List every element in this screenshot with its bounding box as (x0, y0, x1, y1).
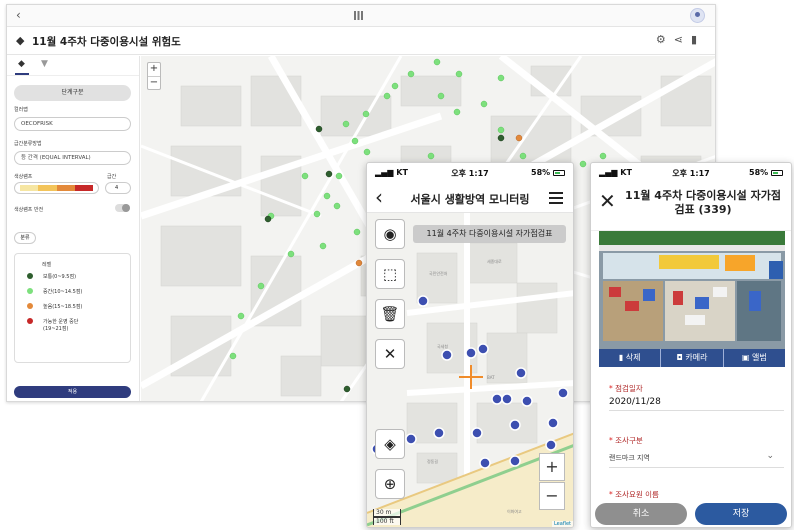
svg-text:BAT: BAT (487, 375, 495, 380)
classify-small-button[interactable]: 분류 (14, 232, 36, 244)
phone-map[interactable]: 국민안전처 세종대로국세청 BAT 정동길이화여고 11월 4주차 다중이용시설 자… (367, 213, 573, 527)
close-icon[interactable]: ✕ (375, 339, 405, 369)
interval-label: 급간분류방법 (14, 141, 42, 147)
date-label: 점검일자 (609, 383, 643, 394)
legend-item: 보통(0~9.5점) (27, 273, 76, 280)
select-icon[interactable]: ⬚ (375, 259, 405, 289)
phone-map-screen: ▂▄▆ KT 오후 1:17 58% ‹ 서울시 생활방역 모니터링 국민안전처… (366, 162, 574, 528)
battery-icon (771, 169, 783, 176)
colormap-label: 컬러맵 (14, 107, 28, 113)
status-bar: ▂▄▆ KT 오후 1:17 58% (591, 163, 791, 183)
svg-text:국민안전처: 국민안전처 (429, 270, 448, 276)
layer-tooltip: 11월 4주차 다중이용시설 자가점검표 (413, 225, 566, 243)
menu-icon[interactable] (549, 192, 563, 204)
zoom-in-button[interactable]: + (148, 63, 160, 76)
ramp-label: 색상램프 (14, 174, 33, 180)
status-bar: ▂▄▆ KT 오후 1:17 58% (367, 163, 573, 183)
locate-icon[interactable]: ⊕ (375, 469, 405, 499)
legend-header: 레벨 (42, 262, 52, 268)
tab-style[interactable]: ◆ (15, 59, 29, 75)
map-scale: 30 m 100 ft (373, 509, 401, 525)
save-button[interactable]: 저장 (695, 503, 787, 525)
close-icon[interactable]: ✕ (599, 189, 616, 213)
legend-dot (27, 303, 33, 309)
store-photo[interactable] (599, 231, 785, 349)
map-zoom-control: + − (147, 62, 161, 90)
classify-button[interactable]: 단계구분 (14, 85, 131, 101)
chevron-down-icon: ⌄ (766, 451, 774, 461)
cancel-button[interactable]: 취소 (595, 503, 687, 525)
legend-dot (27, 288, 33, 294)
inspector-label: 조사요원 이름 (609, 489, 659, 500)
color-ramp[interactable] (14, 182, 99, 194)
svg-text:국세청: 국세청 (437, 343, 448, 349)
colormap-field[interactable]: OECOFRISK (14, 117, 131, 131)
svg-text:정동길: 정동길 (427, 458, 438, 464)
legend-dot (27, 273, 33, 279)
legend-item: 가능한 운영 중단 (19~21점) (27, 318, 78, 332)
trash-icon[interactable]: 🗑 (375, 299, 405, 329)
class-count-label: 급간 (107, 174, 117, 180)
album-button[interactable]: ▣ 앨범 (722, 349, 785, 367)
legend-box: 레벨 보통(0~9.5점) 증간(10~14.5점) 높음(15~18.5점) … (14, 253, 131, 363)
class-count-field[interactable]: 4 (105, 182, 131, 194)
phone-form-screen: ▂▄▆ KT 오후 1:17 58% ✕ 11월 4주차 다중이용시설 자가점검… (590, 162, 792, 528)
legend-item: 높음(15~18.5점) (27, 303, 82, 310)
legend-dot (27, 318, 33, 324)
app-title: 서울시 생활방역 모니터링 (410, 193, 530, 206)
interval-field[interactable]: 등 간격 (EQUAL INTERVAL) (14, 151, 131, 165)
target-icon[interactable]: ◉ (375, 219, 405, 249)
zoom-out-button[interactable]: − (539, 482, 565, 510)
battery-icon (553, 169, 565, 176)
reverse-label: 색상램프 반전 (14, 207, 44, 213)
svg-text:이화여고: 이화여고 (507, 508, 522, 514)
form-header: ✕ 11월 4주차 다중이용시설 자가점검표 (339) (591, 183, 791, 231)
legend-item: 증간(10~14.5점) (27, 288, 82, 295)
delete-photo-button[interactable]: ▮ 삭제 (599, 349, 660, 367)
style-sidebar: ◆ ▼ 단계구분 컬러맵 OECOFRISK 급간분류방법 등 간격 (EQUA… (7, 56, 140, 401)
zoom-in-button[interactable]: + (539, 453, 565, 481)
layers-icon[interactable]: ◈ (375, 429, 405, 459)
type-label: 조사구분 (609, 435, 643, 446)
tab-filter[interactable]: ▼ (41, 59, 48, 69)
page-title: 11월 4주차 다중이용시설 위험도 (32, 36, 181, 48)
photo-action-bar: ▮ 삭제 ◘ 카메라 ▣ 앨범 (599, 349, 785, 367)
store-photo-image (599, 231, 785, 349)
share-icon[interactable]: ⋖ (674, 33, 691, 46)
type-select[interactable]: 랜드마크 지역 ⌄ (609, 451, 784, 468)
browser-topbar: ‹ (7, 5, 715, 27)
reverse-toggle[interactable] (115, 204, 130, 212)
form-title: 11월 4주차 다중이용시설 자가점검표 (339) (625, 189, 781, 216)
map-attribution[interactable]: Leaflet (551, 521, 573, 527)
date-field[interactable]: 2020/11/28 (609, 397, 784, 411)
back-icon[interactable]: ‹ (16, 8, 21, 22)
map-title-bar: ◆ 11월 4주차 다중이용시설 위험도 ⚙⋖▮ (7, 27, 715, 55)
camera-button[interactable]: ◘ 카메라 (660, 349, 722, 367)
app-header: ‹ 서울시 생활방역 모니터링 (367, 183, 573, 213)
svg-text:세종대로: 세종대로 (487, 258, 502, 264)
settings-icon[interactable]: ⚙ (656, 33, 674, 46)
avatar[interactable] (690, 8, 705, 23)
delete-icon[interactable]: ▮ (691, 33, 705, 46)
apply-button[interactable]: 적용 (14, 386, 131, 398)
layers-icon: ◆ (16, 34, 25, 47)
apps-grid-icon[interactable] (354, 11, 363, 20)
zoom-out-button[interactable]: − (148, 76, 160, 89)
